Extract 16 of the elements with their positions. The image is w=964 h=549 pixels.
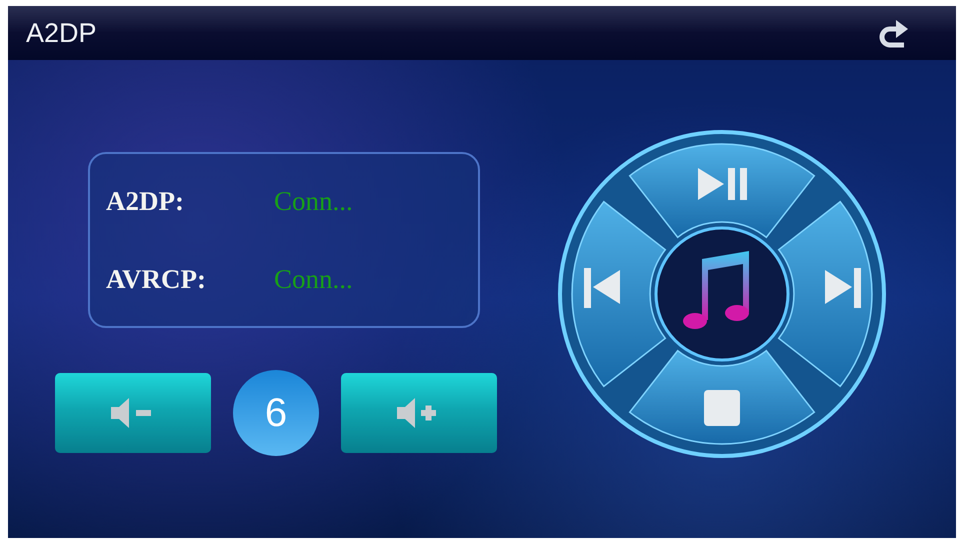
volume-up-button[interactable] — [341, 373, 497, 453]
music-note-icon — [683, 251, 749, 329]
play-pause-button[interactable] — [628, 144, 816, 238]
previous-track-icon — [584, 268, 620, 308]
status-label: AVRCP: — [106, 264, 207, 294]
status-label: A2DP: — [106, 186, 185, 216]
stop-icon — [704, 390, 740, 426]
previous-track-button[interactable] — [572, 200, 666, 388]
status-value: Conn... — [274, 264, 353, 294]
play-pause-icon — [698, 168, 747, 200]
next-track-icon — [825, 268, 861, 308]
next-track-button[interactable] — [778, 200, 872, 388]
screen-title: A2DP — [26, 18, 97, 48]
volume-level: 6 — [233, 370, 319, 456]
volume-down-button[interactable] — [55, 373, 211, 453]
status-value: Conn... — [274, 186, 353, 216]
